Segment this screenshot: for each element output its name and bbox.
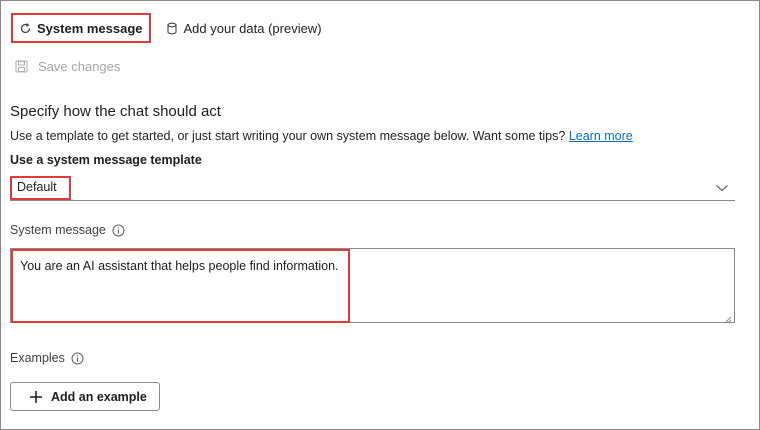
- template-label: Use a system message template: [10, 153, 202, 167]
- section-heading: Specify how the chat should act: [10, 103, 221, 120]
- chevron-down-icon: [715, 181, 729, 193]
- chat-setup-panel: System message Add your data (preview) S…: [0, 0, 760, 430]
- add-example-label: Add an example: [51, 389, 147, 404]
- save-changes-label: Save changes: [38, 59, 121, 74]
- section-description: Use a template to get started, or just s…: [10, 129, 633, 143]
- template-dropdown[interactable]: Default: [10, 176, 735, 201]
- tab-system-message[interactable]: System message: [11, 13, 151, 43]
- tab-bar: System message Add your data (preview): [11, 11, 328, 45]
- tab-add-your-data-label: Add your data (preview): [183, 20, 322, 36]
- examples-label: Examples: [10, 351, 84, 365]
- info-icon[interactable]: [112, 224, 125, 237]
- template-selected-value: Default: [10, 176, 71, 200]
- tab-add-your-data[interactable]: Add your data (preview): [159, 13, 328, 43]
- description-text: Use a template to get started, or just s…: [10, 129, 566, 143]
- system-message-textarea[interactable]: You are an AI assistant that helps peopl…: [10, 248, 735, 324]
- system-message-text: You are an AI assistant that helps peopl…: [11, 249, 350, 323]
- database-icon: [165, 21, 179, 35]
- tab-system-message-label: System message: [37, 20, 143, 36]
- add-example-button[interactable]: Add an example: [10, 382, 160, 411]
- resize-handle-icon[interactable]: [724, 312, 732, 324]
- examples-label-text: Examples: [10, 351, 65, 365]
- plus-icon: [29, 390, 43, 404]
- info-icon[interactable]: [71, 352, 84, 365]
- system-message-label: System message: [10, 223, 125, 237]
- save-changes-button[interactable]: Save changes: [15, 59, 120, 74]
- refresh-icon: [18, 21, 32, 35]
- learn-more-link[interactable]: Learn more: [569, 129, 633, 143]
- system-message-label-text: System message: [10, 223, 106, 237]
- save-icon: [15, 59, 29, 74]
